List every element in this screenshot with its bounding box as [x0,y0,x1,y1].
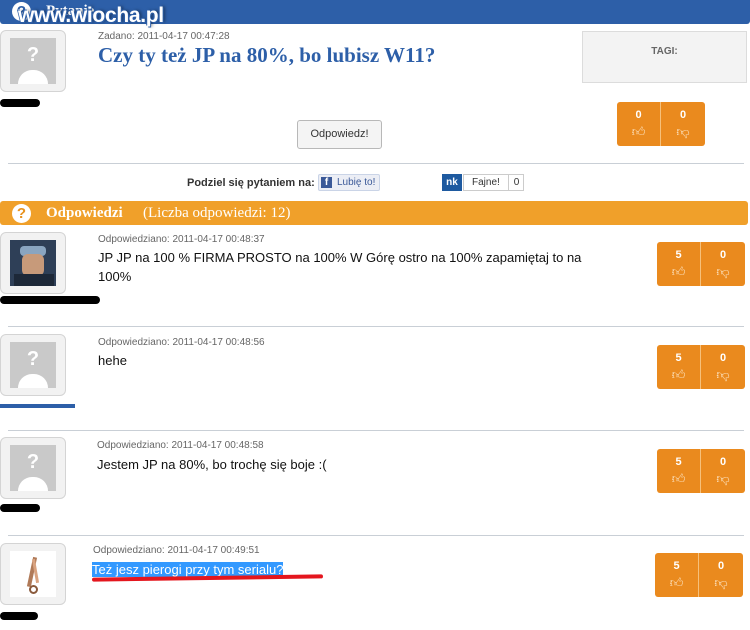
answer-avatar[interactable]: ? [0,437,66,499]
vote-up-button[interactable]: 5 👍︎ [657,242,701,286]
vote-down-count: 0 [679,109,687,121]
user-name-redacted [0,504,40,512]
nk-icon: nk [442,174,462,191]
tags-box: TAGI: [582,31,747,83]
thumbs-up-icon: 👍︎ [671,471,686,486]
answer-avatar[interactable] [0,232,66,294]
user-avatar-image [10,240,56,286]
default-avatar-icon: ? [10,38,56,84]
thumbs-down-icon: 👎︎ [716,471,730,486]
default-avatar-icon: ? [10,445,56,491]
answer-vote-widget: 5 👍︎ 0 👎︎ [657,242,745,286]
answer-text: JP JP na 100 % FIRMA PROSTO na 100% W Gó… [98,250,582,284]
vote-down-count: 0 [719,352,727,364]
user-name-redacted [0,296,100,304]
vote-down-button[interactable]: 0 👎︎ [701,449,745,493]
divider [8,326,744,327]
vote-down-button[interactable]: 0 👎︎ [661,102,705,146]
thumbs-down-icon: 👎︎ [716,367,730,382]
answers-count: (Liczba odpowiedzi: 12) [143,205,291,221]
vote-up-button[interactable]: 5 👍︎ [657,449,701,493]
default-avatar-icon: ? [10,342,56,388]
thumbs-up-icon: 👍︎ [671,367,686,382]
vote-up-button[interactable]: 0 👍︎ [617,102,661,146]
divider [8,535,744,536]
nk-fajne-button[interactable]: Fajne! 0 [463,174,524,191]
answer-vote-widget: 5 👍︎ 0 👎︎ [657,345,745,389]
vote-down-count: 0 [719,249,727,261]
answer-avatar[interactable] [0,543,66,605]
question-meta: Zadano: 2011-04-17 00:47:28 [98,31,230,42]
divider [8,430,744,431]
asker-name-redacted [0,99,40,107]
thumbs-down-icon: 👎︎ [714,575,728,590]
thumbs-down-icon: 👎︎ [716,264,730,279]
answer-avatar[interactable]: ? [0,334,66,396]
answers-bar-title: Odpowiedzi [46,205,123,221]
vote-down-button[interactable]: 0 👎︎ [701,345,745,389]
answer-meta: Odpowiedziano: 2011-04-17 00:48:37 [98,234,265,245]
answer-meta: Odpowiedziano: 2011-04-17 00:49:51 [93,545,260,556]
answer-meta: Odpowiedziano: 2011-04-17 00:48:58 [97,440,264,451]
answer-vote-widget: 5 👍︎ 0 👎︎ [655,553,743,597]
asker-avatar[interactable]: ? [0,30,66,92]
watermark-logo: www.wiocha.pl [18,4,164,27]
vote-up-count: 5 [673,560,680,572]
thumbs-down-icon: 👎︎ [676,124,690,139]
vote-up-button[interactable]: 5 👍︎ [657,345,701,389]
facebook-like-label: Lubię to! [337,177,376,188]
user-name-redacted [0,404,75,408]
answer-text: Jestem JP na 80%, bo trochę się boje :( [97,457,327,472]
answer-meta: Odpowiedziano: 2011-04-17 00:48:56 [98,337,265,348]
nk-fajne-count: 0 [508,174,524,191]
vote-down-button[interactable]: 0 👎︎ [701,242,745,286]
thumbs-up-icon: 👍︎ [671,264,686,279]
user-name-redacted [0,612,38,620]
divider [8,163,744,164]
vote-down-button[interactable]: 0 👎︎ [699,553,743,597]
vote-up-count: 5 [675,249,682,261]
question-vote-widget: 0 👍︎ 0 👎︎ [617,102,705,146]
vote-down-count: 0 [717,560,725,572]
answer-vote-widget: 5 👍︎ 0 👎︎ [657,449,745,493]
user-avatar-image [10,551,56,597]
vote-up-count: 5 [675,456,682,468]
answer-button[interactable]: Odpowiedz! [297,120,382,149]
answer-text: hehe [98,353,127,368]
vote-up-button[interactable]: 5 👍︎ [655,553,699,597]
nk-fajne-label: Fajne! [472,177,500,188]
answers-icon: ? [12,204,31,223]
thumbs-up-icon: 👍︎ [669,575,684,590]
vote-up-count: 0 [635,109,642,121]
share-label: Podziel się pytaniem na: [187,177,315,189]
vote-up-count: 5 [675,352,682,364]
vote-down-count: 0 [719,456,727,468]
facebook-like-button[interactable]: f Lubię to! [318,174,380,191]
facebook-icon: f [321,177,332,188]
question-title: Czy ty też JP na 80%, bo lubisz W11? [98,43,436,67]
thumbs-up-icon: 👍︎ [631,124,646,139]
tags-label: TAGI: [651,46,678,57]
